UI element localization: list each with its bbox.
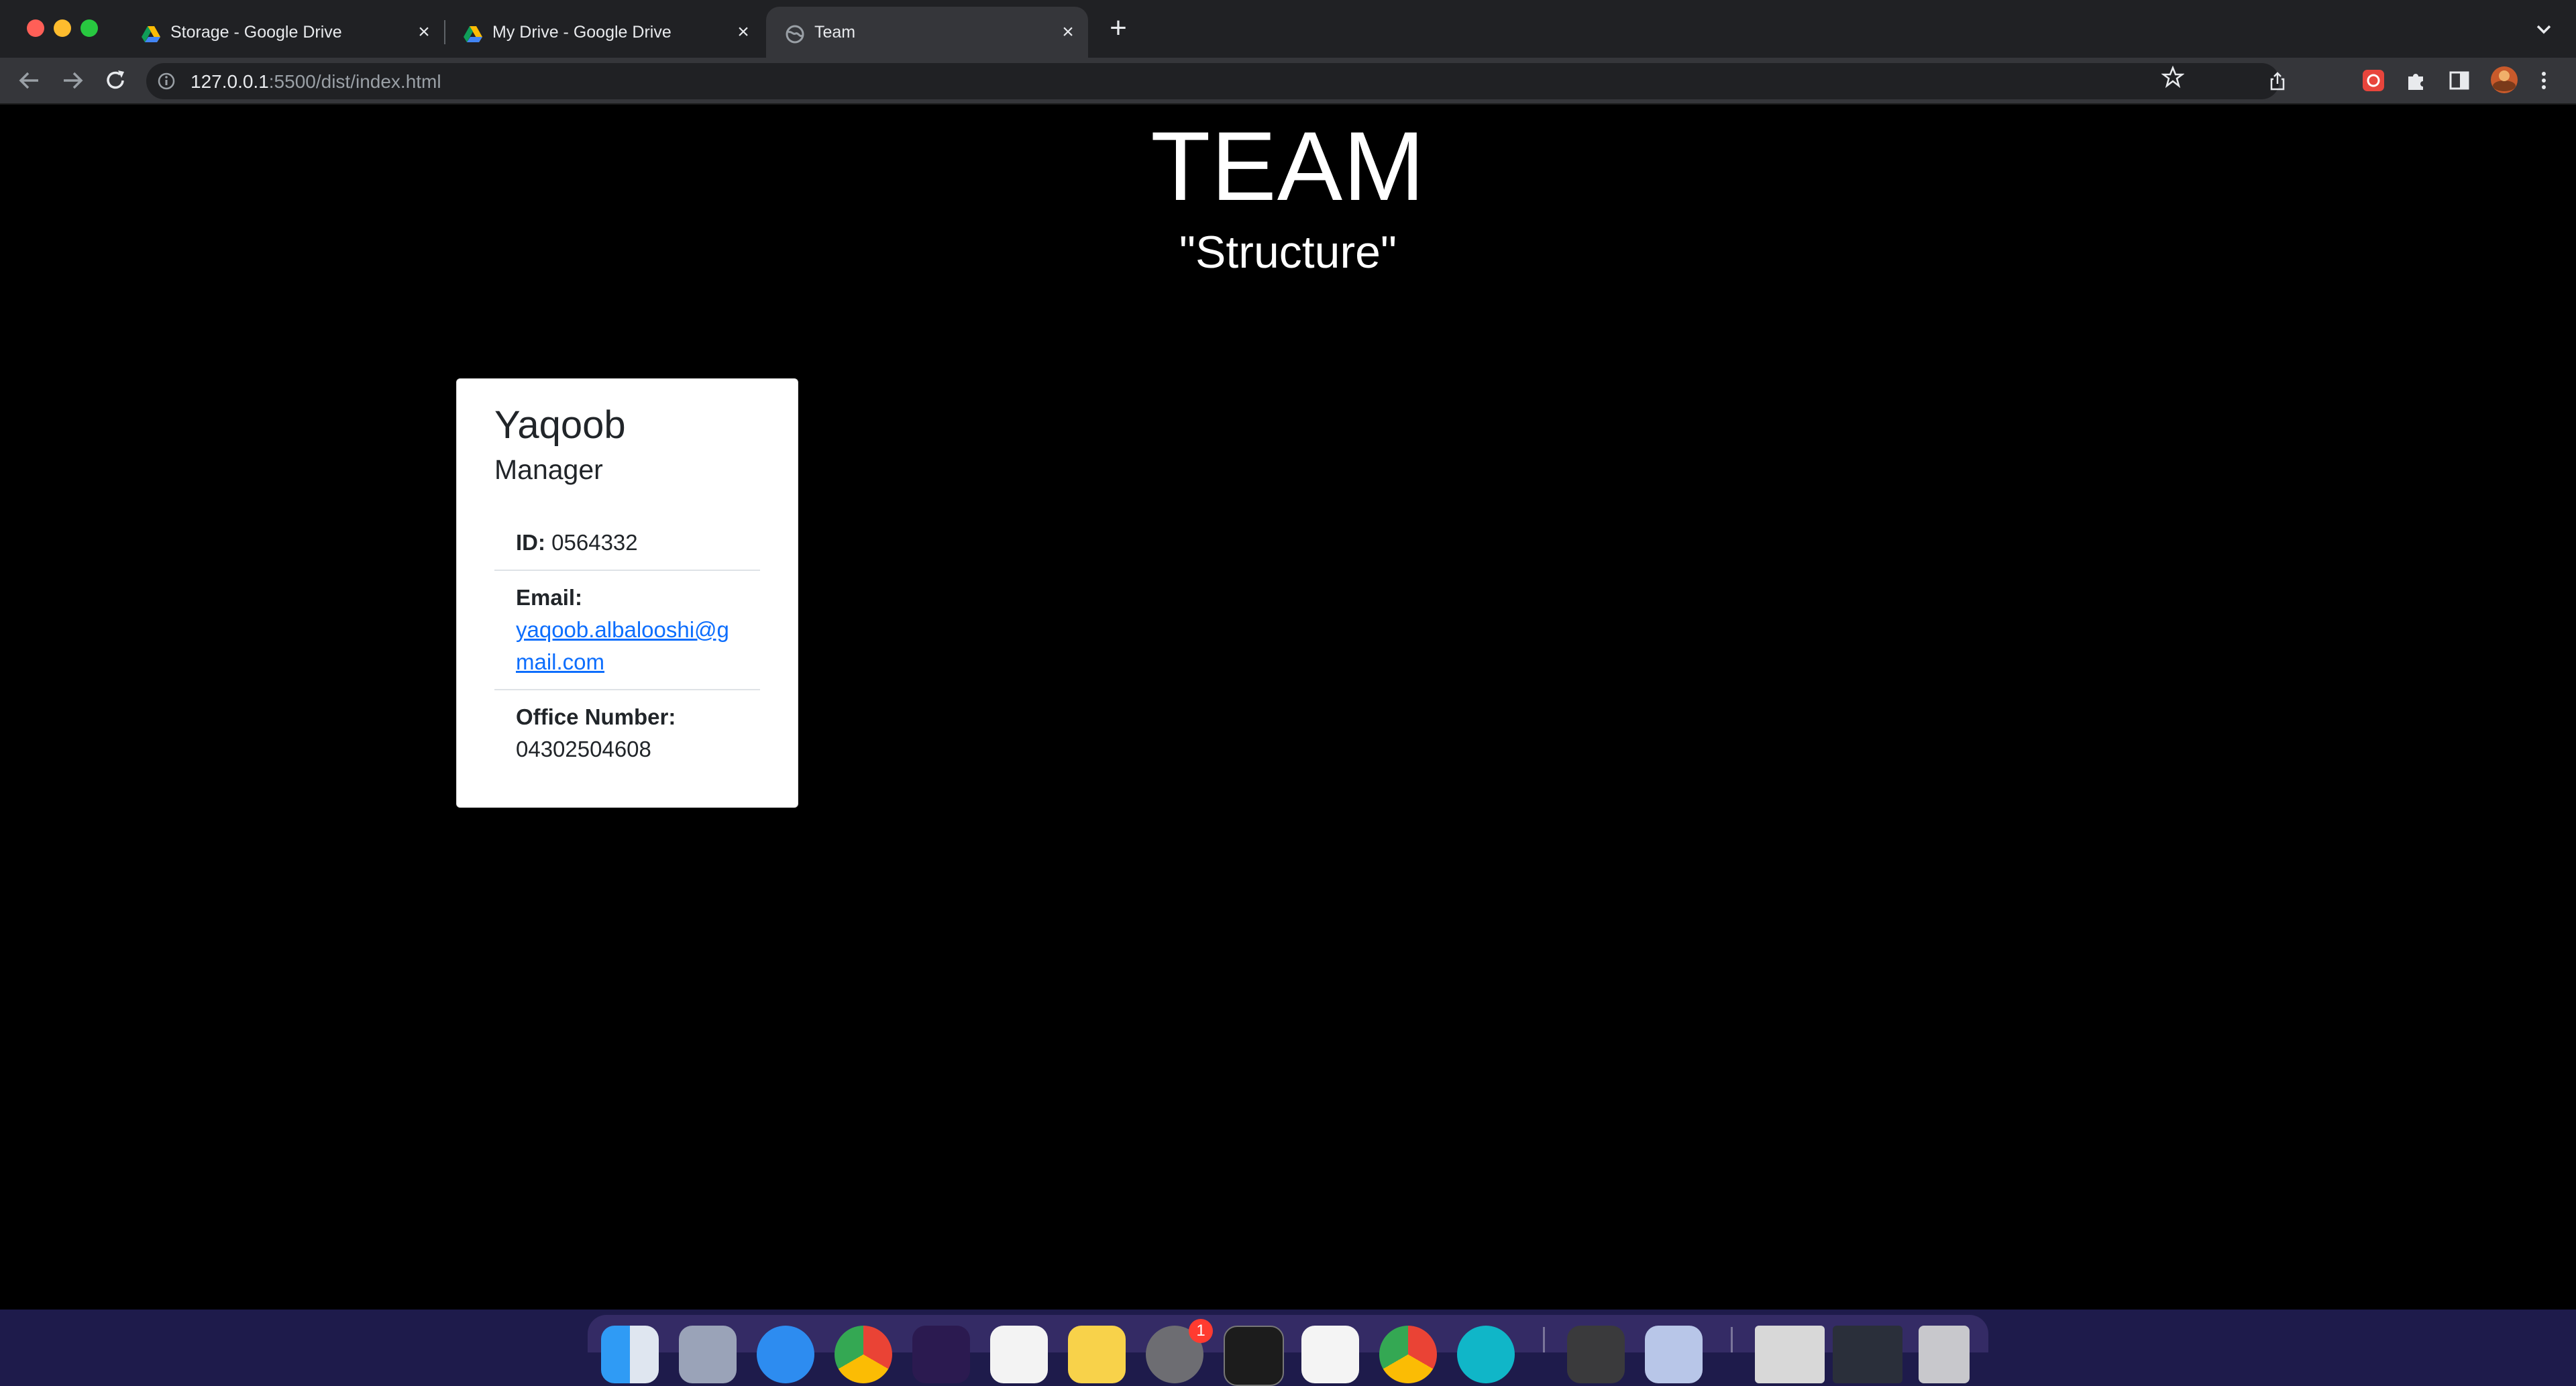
notification-badge: 1 xyxy=(1189,1319,1213,1343)
url-host: 127.0.0.1 xyxy=(191,71,269,92)
email-link[interactable]: yaqoob.albalooshi@gmail.com xyxy=(516,617,729,674)
window-thumbnail-icon[interactable] xyxy=(1755,1326,1825,1383)
share-icon[interactable] xyxy=(2267,71,2288,91)
side-panel-icon[interactable] xyxy=(2447,68,2471,93)
chevron-down-icon[interactable] xyxy=(2532,17,2556,42)
google-drive-icon xyxy=(142,26,160,42)
dock-separator xyxy=(1731,1327,1733,1352)
forward-arrow-icon[interactable] xyxy=(59,67,86,94)
email-label: Email: xyxy=(516,585,583,610)
back-arrow-icon[interactable] xyxy=(16,67,43,94)
employee-details-list: ID: 0564332 Email: yaqoob.albalooshi@gma… xyxy=(494,516,760,765)
page-content: TEAM "Structure" Yaqoob Manager ID: 0564… xyxy=(0,105,2576,1310)
chrome-dev-icon[interactable] xyxy=(1379,1326,1437,1383)
more-menu-icon[interactable] xyxy=(2532,68,2556,93)
profile-avatar[interactable] xyxy=(2490,66,2518,94)
page-subtitle: "Structure" xyxy=(1179,227,1397,278)
id-value: 0564332 xyxy=(551,530,638,555)
office-number-value: 04302504608 xyxy=(516,737,651,761)
employee-email-item: Email: yaqoob.albalooshi@gmail.com xyxy=(494,571,760,690)
notes-icon[interactable] xyxy=(1068,1326,1126,1383)
close-tab-icon[interactable]: × xyxy=(1056,20,1080,44)
browser-window: Storage - Google Drive × My Drive - Goog… xyxy=(0,0,2576,1310)
employee-card: Yaqoob Manager ID: 0564332 Email: yaqoob… xyxy=(456,378,798,808)
address-bar[interactable]: 127.0.0.1:5500/dist/index.html xyxy=(146,63,2285,99)
finder-icon[interactable] xyxy=(601,1326,659,1383)
slack-icon[interactable] xyxy=(1301,1326,1359,1383)
id-label: ID: xyxy=(516,530,545,555)
window-thumbnail-icon[interactable] xyxy=(1833,1326,1902,1383)
bookmark-star-icon[interactable] xyxy=(2161,66,2184,89)
globe-icon xyxy=(786,25,804,44)
google-drive-icon xyxy=(464,26,482,42)
zoom-window-button[interactable] xyxy=(80,19,98,37)
close-tab-icon[interactable]: × xyxy=(412,20,436,44)
tab-title: Storage - Google Drive xyxy=(170,22,342,42)
reload-icon[interactable] xyxy=(102,67,129,94)
preview-icon[interactable] xyxy=(1645,1326,1703,1383)
browser-toolbar: 127.0.0.1:5500/dist/index.html xyxy=(0,58,2576,105)
minimize-window-button[interactable] xyxy=(54,19,71,37)
info-icon[interactable] xyxy=(157,72,176,91)
office-number-label: Office Number: xyxy=(516,704,676,729)
close-window-button[interactable] xyxy=(27,19,44,37)
firefox-icon[interactable] xyxy=(912,1326,970,1383)
tab-storage-google-drive[interactable]: Storage - Google Drive × xyxy=(141,7,436,58)
tab-my-drive-google-drive[interactable]: My Drive - Google Drive × xyxy=(463,7,755,58)
dock: 1 xyxy=(588,1315,1988,1386)
employee-role: Manager xyxy=(494,454,603,485)
employee-name: Yaqoob xyxy=(494,403,626,447)
trash-icon[interactable] xyxy=(1919,1326,1970,1383)
employee-id-item: ID: 0564332 xyxy=(494,516,760,571)
tab-divider xyxy=(444,20,445,44)
close-tab-icon[interactable]: × xyxy=(731,20,755,44)
tab-bar: Storage - Google Drive × My Drive - Goog… xyxy=(0,0,2576,58)
url-path: :5500/dist/index.html xyxy=(268,71,441,92)
terminal-icon[interactable] xyxy=(1224,1326,1284,1386)
new-tab-button[interactable]: + xyxy=(1104,13,1133,44)
chrome-icon[interactable] xyxy=(835,1326,892,1383)
screen-icon[interactable] xyxy=(1567,1326,1625,1383)
tab-title: Team xyxy=(814,22,856,42)
safari-icon[interactable] xyxy=(757,1326,814,1383)
vscode-icon[interactable] xyxy=(990,1326,1048,1383)
url-text: 127.0.0.1:5500/dist/index.html xyxy=(191,71,441,93)
launchpad-icon[interactable] xyxy=(679,1326,737,1383)
employee-office-item: Office Number: 04302504608 xyxy=(494,690,760,765)
extensions-puzzle-icon[interactable] xyxy=(2404,68,2428,93)
tab-title: My Drive - Google Drive xyxy=(492,22,672,42)
app-icon[interactable] xyxy=(1457,1326,1515,1383)
tab-team[interactable]: Team × xyxy=(766,7,1088,58)
extension-record-icon[interactable] xyxy=(2361,68,2385,93)
page-title: TEAM xyxy=(1150,111,1426,221)
dock-separator xyxy=(1543,1327,1545,1352)
